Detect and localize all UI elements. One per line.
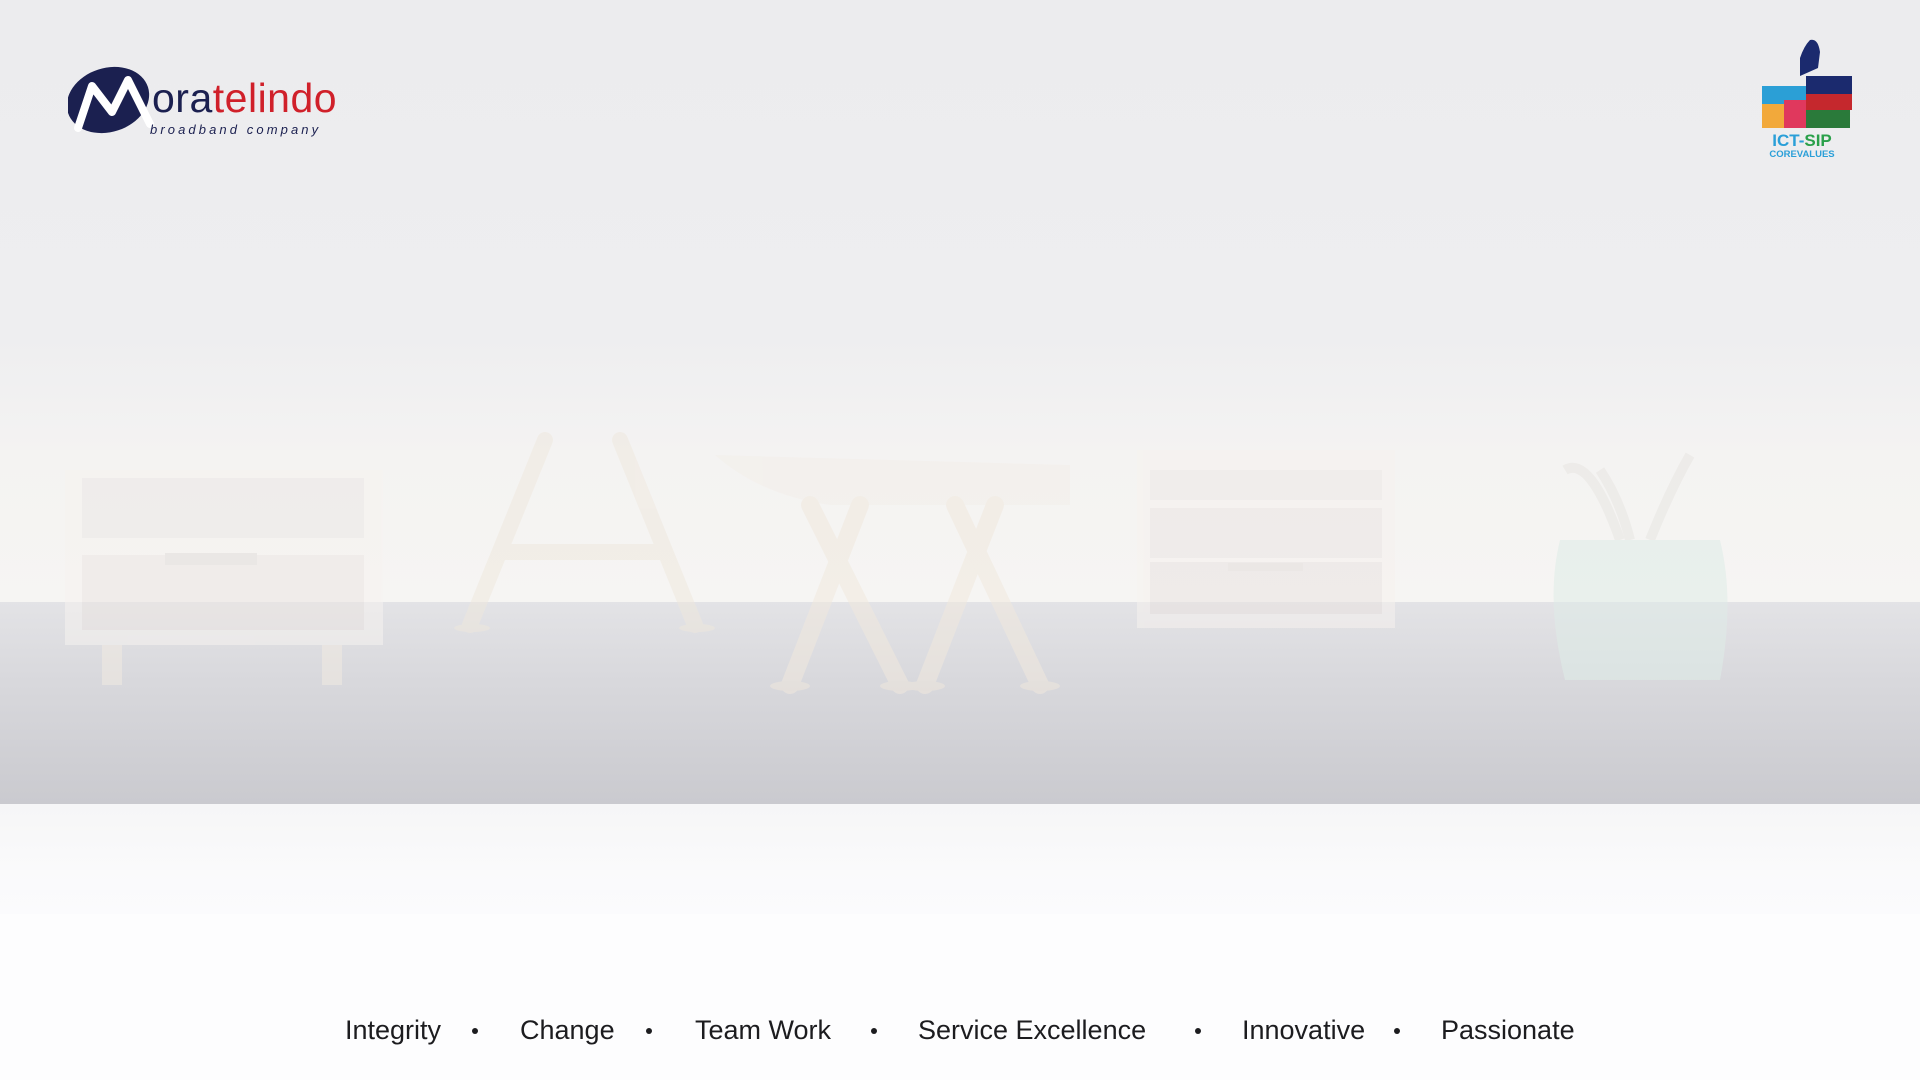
drawer-cabinet-icon (1137, 450, 1395, 628)
value-separator (646, 1028, 652, 1034)
value-team-work: Team Work (695, 1015, 832, 1045)
value-separator (1394, 1028, 1400, 1034)
core-values-bar: Integrity Change Team Work Service Excel… (0, 1010, 1920, 1050)
core-values-title: ICT-SIP (1772, 131, 1832, 150)
brand-wordmark: oratelindo (152, 78, 337, 119)
value-innovative: Innovative (1242, 1015, 1366, 1045)
value-separator (871, 1028, 877, 1034)
value-separator (472, 1028, 478, 1034)
cabinet-icon (65, 470, 383, 685)
core-values-logo: ICT-SIP COREVALUES (1760, 38, 1856, 164)
value-passionate: Passionate (1441, 1015, 1575, 1045)
value-service-excellence: Service Excellence (918, 1015, 1147, 1045)
plant-pot-icon (1553, 452, 1728, 680)
value-change: Change (520, 1015, 615, 1045)
core-values-subtitle: COREVALUES (1769, 149, 1835, 160)
thumbs-up-puzzle-icon (1762, 39, 1852, 128)
moratelindo-logo: oratelindo broadband company (68, 62, 368, 142)
brand-tagline: broadband company (150, 122, 322, 137)
core-values-title-part1: ICT (1772, 131, 1799, 150)
value-separator (1195, 1028, 1201, 1034)
footer-band (0, 914, 1920, 1080)
background-lower-band (0, 804, 1920, 914)
moratelindo-m-logo-icon (68, 66, 154, 134)
wordmark-suffix: telindo (212, 75, 338, 121)
stool-icon (454, 432, 715, 633)
core-values-title-part2: SIP (1804, 131, 1832, 150)
table-icon (715, 455, 1070, 694)
wordmark-prefix: ora (152, 75, 213, 121)
value-integrity: Integrity (345, 1015, 442, 1045)
